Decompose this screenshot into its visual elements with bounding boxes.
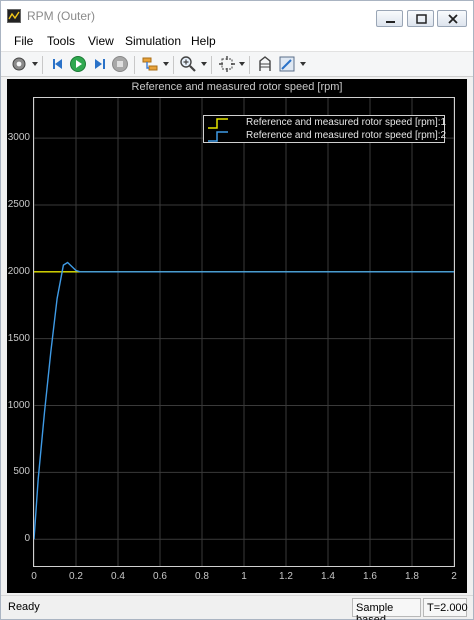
fit-to-view-dropdown-icon[interactable] [239, 62, 245, 66]
maximize-icon [416, 14, 427, 24]
cursor-measurements-icon [259, 56, 271, 71]
fit-to-view-button[interactable] [218, 55, 236, 73]
scope-window: RPM (Outer) File Tools View Simulation H… [0, 0, 474, 620]
toolbar-separator [211, 56, 212, 74]
y-tick-label: 2500 [7, 198, 30, 210]
legend-label-1: Reference and measured rotor speed [rpm]… [246, 117, 447, 128]
menu-file[interactable]: File [14, 34, 33, 48]
sample-mode: Sample based [352, 598, 421, 620]
cursor-measurements-button[interactable] [256, 55, 274, 73]
minimize-icon [386, 21, 395, 23]
x-tick-label: 1 [241, 571, 247, 582]
menu-tools[interactable]: Tools [47, 34, 75, 48]
step-forward-button[interactable] [90, 55, 108, 73]
x-tick-label: 1.6 [363, 571, 377, 582]
y-tick-label: 1000 [7, 399, 30, 411]
title-bar[interactable]: RPM (Outer) [1, 1, 473, 31]
y-tick-label: 3000 [7, 132, 30, 144]
x-tick-label: 2 [451, 571, 457, 582]
step-back-icon [53, 59, 62, 69]
toolbar-separator [134, 56, 135, 74]
maximize-button[interactable] [407, 10, 434, 27]
x-tick-label: 0 [31, 571, 37, 582]
toolbar [1, 51, 473, 77]
plot-area[interactable] [33, 97, 455, 567]
legend-entry-2: Reference and measured rotor speed [rpm]… [204, 130, 446, 143]
step-back-button[interactable] [50, 55, 68, 73]
highlight-signal-button[interactable] [141, 55, 159, 73]
stop-icon [112, 56, 128, 72]
x-tick-label: 1.4 [321, 571, 335, 582]
window-title: RPM (Outer) [27, 9, 96, 23]
y-tick-label: 1500 [7, 332, 30, 344]
x-tick-label: 0.6 [153, 571, 167, 582]
highlight-dropdown-icon[interactable] [163, 62, 169, 66]
plot-canvas [34, 98, 454, 566]
style-icon [279, 56, 295, 72]
simulation-time: T=2.000 [423, 598, 468, 617]
status-bar: Ready Sample based T=2.000 [1, 595, 473, 620]
step-forward-icon [95, 59, 105, 69]
zoom-button[interactable] [179, 55, 197, 73]
status-ready: Ready [8, 601, 40, 613]
run-icon [70, 56, 86, 72]
run-button[interactable] [69, 55, 87, 73]
zoom-dropdown-icon[interactable] [201, 62, 207, 66]
x-tick-label: 1.8 [405, 571, 419, 582]
menu-simulation[interactable]: Simulation [125, 34, 181, 48]
style-button[interactable] [278, 55, 296, 73]
scope-app-icon [7, 9, 21, 23]
close-button[interactable] [437, 10, 467, 27]
menu-help[interactable]: Help [191, 34, 216, 48]
legend[interactable]: Reference and measured rotor speed [rpm]… [203, 115, 446, 143]
toolbar-separator [173, 56, 174, 74]
x-tick-label: 0.4 [111, 571, 125, 582]
y-tick-label: 2000 [7, 265, 30, 277]
settings-icon [12, 57, 26, 71]
highlight-signal-icon [142, 57, 158, 71]
settings-button[interactable] [10, 55, 28, 73]
minimize-button[interactable] [376, 10, 403, 27]
style-dropdown-icon[interactable] [300, 62, 306, 66]
menu-bar: File Tools View Simulation Help [1, 31, 473, 51]
legend-swatch-1 [208, 118, 228, 129]
x-tick-label: 0.8 [195, 571, 209, 582]
y-tick-label: 0 [24, 533, 30, 545]
plot-title: Reference and measured rotor speed [rpm] [131, 81, 343, 93]
stop-button[interactable] [111, 55, 129, 73]
toolbar-separator [42, 56, 43, 74]
legend-swatch-2 [208, 131, 228, 142]
close-icon [448, 14, 458, 24]
settings-dropdown-icon[interactable] [32, 62, 38, 66]
zoom-icon [180, 56, 196, 72]
x-tick-label: 1.2 [279, 571, 293, 582]
toolbar-separator [249, 56, 250, 74]
x-tick-label: 0.2 [69, 571, 83, 582]
menu-view[interactable]: View [88, 34, 114, 48]
y-tick-label: 500 [13, 466, 30, 478]
legend-entry-1: Reference and measured rotor speed [rpm]… [204, 117, 446, 130]
legend-label-2: Reference and measured rotor speed [rpm]… [246, 130, 447, 141]
fit-to-view-icon [219, 56, 235, 72]
